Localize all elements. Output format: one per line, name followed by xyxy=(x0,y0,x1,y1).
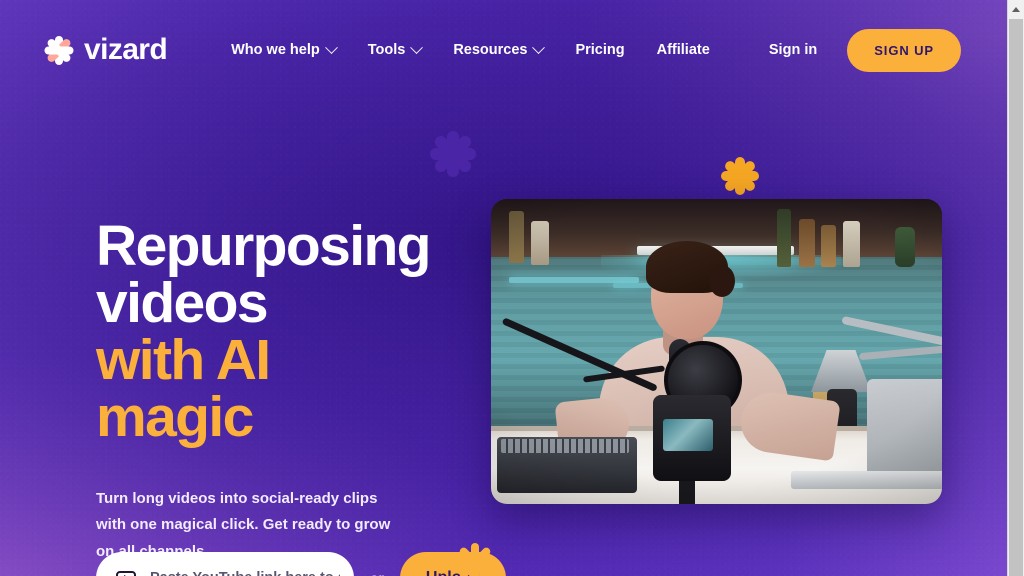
or-separator-label: or xyxy=(370,570,384,576)
decorative-asterisk-icon-amber xyxy=(721,157,759,195)
hero-cta-row: or Upload xyxy=(96,552,506,576)
header-actions: Sign in SIGN UP xyxy=(769,28,961,72)
brand-logo[interactable]: vizard xyxy=(44,33,168,67)
browser-scrollbar[interactable] xyxy=(1007,0,1024,576)
chevron-down-icon xyxy=(410,40,424,54)
nav-item-who-we-help[interactable]: Who we help xyxy=(215,34,352,66)
main-navigation: Who we help Tools Resources Pricing Affi… xyxy=(215,34,726,66)
nav-item-tools[interactable]: Tools xyxy=(352,34,438,66)
chevron-down-icon xyxy=(532,40,546,54)
decorative-asterisk-icon-upload xyxy=(455,543,495,576)
headline-line-4: magic xyxy=(96,385,254,449)
nav-item-resources[interactable]: Resources xyxy=(437,34,559,66)
nav-label: Resources xyxy=(453,42,528,58)
nav-item-pricing[interactable]: Pricing xyxy=(559,34,640,66)
site-header: vizard Who we help Tools Resources Prici… xyxy=(0,0,1007,100)
scrollbar-up-arrow-icon[interactable] xyxy=(1008,0,1024,17)
nav-item-affiliate[interactable]: Affiliate xyxy=(641,34,726,66)
page-title: Repurposing videos with AI magic xyxy=(96,218,496,446)
youtube-link-input[interactable] xyxy=(150,570,340,576)
nav-label: Affiliate xyxy=(656,42,710,58)
youtube-link-field[interactable] xyxy=(96,552,354,576)
youtube-play-icon xyxy=(116,570,136,576)
sign-in-link[interactable]: Sign in xyxy=(769,42,817,58)
vizard-asterisk-logo-icon xyxy=(44,35,73,65)
sign-up-button[interactable]: SIGN UP xyxy=(847,28,961,72)
scrollbar-thumb[interactable] xyxy=(1009,19,1023,576)
headline-line-3: with AI xyxy=(96,328,271,392)
page-canvas: vizard Who we help Tools Resources Prici… xyxy=(0,0,1007,576)
decorative-asterisk-icon-faint xyxy=(430,131,476,177)
nav-label: Pricing xyxy=(575,42,625,58)
nav-label: Who we help xyxy=(231,42,320,58)
brand-name: vizard xyxy=(84,33,168,66)
hero-text-block: Repurposing videos with AI magic Turn lo… xyxy=(96,218,496,565)
hero-video-preview[interactable] xyxy=(491,199,942,504)
video-vignette xyxy=(491,199,942,504)
headline-line-1: Repurposing xyxy=(96,214,432,278)
nav-label: Tools xyxy=(367,42,406,58)
headline-line-2: videos xyxy=(96,271,269,335)
chevron-down-icon xyxy=(324,40,338,54)
